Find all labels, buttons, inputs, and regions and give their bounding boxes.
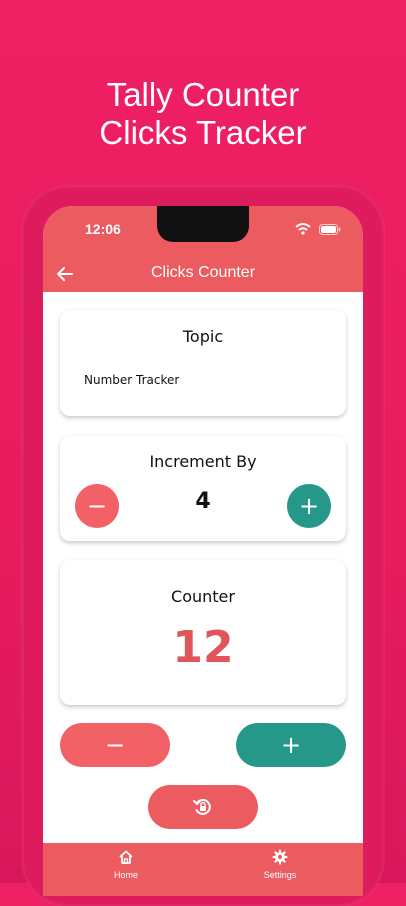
- decrement-button[interactable]: −: [60, 723, 170, 767]
- nav-label-home: Home: [113, 870, 138, 880]
- reset-lock-icon: [193, 798, 211, 815]
- minus-icon: −: [104, 731, 126, 759]
- increment-title: Increment By: [149, 452, 257, 471]
- app-bar: Clicks Counter: [43, 256, 363, 292]
- nav-item-home[interactable]: Home: [86, 849, 166, 880]
- battery-icon: [319, 223, 341, 235]
- status-bar: 12:06: [43, 206, 363, 256]
- gear-icon: [272, 849, 288, 865]
- topic-card: Topic Number Tracker: [60, 310, 346, 416]
- app-title: Clicks Counter: [150, 264, 256, 281]
- topic-value[interactable]: Number Tracker: [84, 373, 179, 387]
- home-icon: [119, 850, 133, 864]
- topic-title: Topic: [182, 327, 224, 346]
- camera-notch: [157, 206, 249, 242]
- reset-button[interactable]: [148, 785, 258, 829]
- app-screen: 12:06 Clicks Counter Topic Number Tracke…: [43, 206, 363, 896]
- counter-value: 12: [172, 622, 234, 673]
- plus-icon: +: [280, 731, 302, 759]
- promo-title: Tally Counter Clicks Tracker: [0, 76, 406, 152]
- status-time: 12:06: [85, 221, 121, 237]
- nav-label-settings: Settings: [263, 870, 297, 880]
- bottom-nav: Home Settings: [43, 843, 363, 896]
- plus-icon: +: [298, 492, 320, 520]
- promo-title-line2: Clicks Tracker: [99, 114, 307, 151]
- promo-title-line1: Tally Counter: [106, 76, 300, 113]
- counter-title: Counter: [171, 587, 235, 606]
- increment-card: Increment By − 4 +: [60, 436, 346, 541]
- counter-card: Counter 12: [60, 560, 346, 705]
- increment-button[interactable]: +: [236, 723, 346, 767]
- wifi-icon: [295, 223, 311, 235]
- increment-plus-button[interactable]: +: [287, 484, 331, 528]
- nav-item-settings[interactable]: Settings: [240, 849, 320, 880]
- status-icons: [295, 223, 341, 235]
